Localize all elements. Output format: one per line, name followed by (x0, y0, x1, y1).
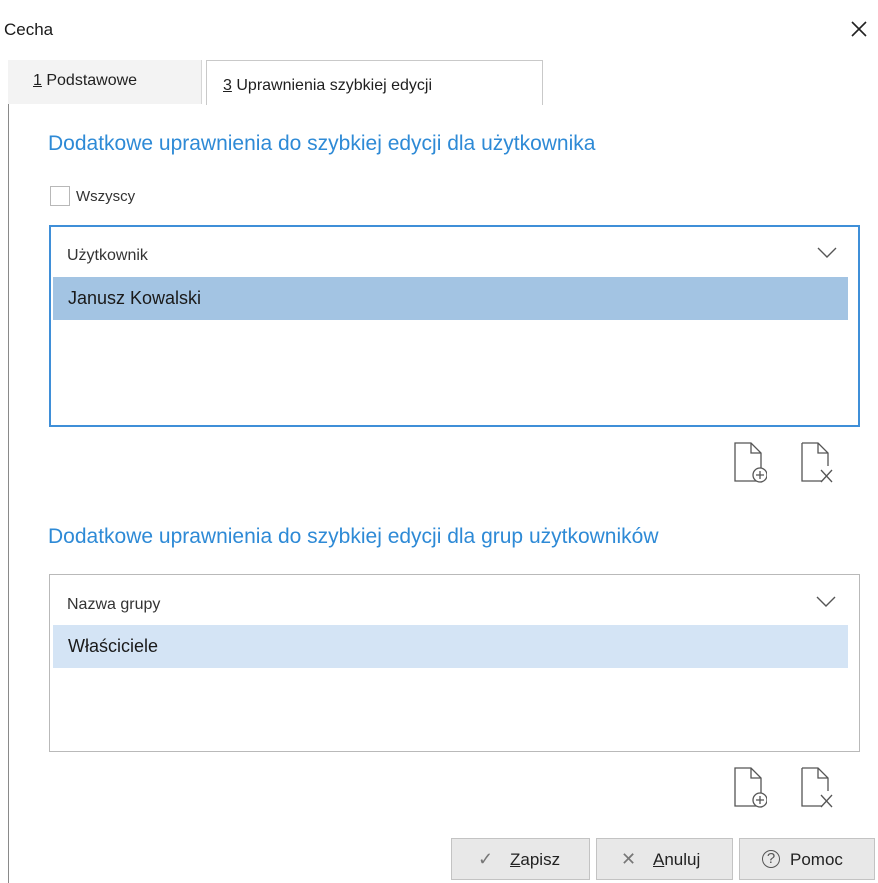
users-list[interactable]: Użytkownik Janusz Kowalski (49, 225, 860, 427)
delete-document-icon[interactable] (800, 440, 834, 484)
tab-number: 3 (223, 77, 232, 94)
tab-uprawnienia[interactable]: 3 Uprawnienia szybkiej edycji (206, 60, 543, 105)
delete-document-icon[interactable] (800, 765, 834, 809)
tab-label: Podstawowe (46, 72, 138, 89)
cancel-label: nuluj (664, 850, 701, 869)
help-label: Pomoc (790, 850, 843, 869)
all-users-label: Wszyscy (76, 188, 136, 205)
dialog-window: Cecha 1 Podstawowe 3 Uprawnienia szybkie… (0, 0, 878, 883)
help-button[interactable]: ? Pomoc (739, 838, 875, 880)
save-label: apisz (520, 850, 561, 869)
tab-podstawowe[interactable]: 1 Podstawowe (8, 60, 202, 104)
all-users-checkbox[interactable] (50, 186, 70, 206)
help-icon: ? (762, 850, 780, 868)
add-document-icon[interactable] (733, 440, 768, 484)
save-mnemonic: Z (510, 850, 521, 869)
list-item[interactable]: Janusz Kowalski (53, 277, 848, 320)
cancel-mnemonic: A (653, 850, 665, 869)
chevron-down-icon[interactable] (816, 245, 838, 261)
users-section-title: Dodatkowe uprawnienia do szybkiej edycji… (48, 132, 596, 155)
users-column-header: Użytkownik (67, 247, 148, 264)
close-icon[interactable] (846, 16, 872, 42)
groups-list[interactable]: Nazwa grupy Właściciele (49, 574, 860, 752)
close-icon: ✕ (621, 849, 637, 869)
groups-section-title: Dodatkowe uprawnienia do szybkiej edycji… (48, 525, 659, 548)
window-title: Cecha (4, 20, 54, 39)
checkmark-icon: ✓ (478, 849, 494, 869)
tab-label: Uprawnienia szybkiej edycji (236, 77, 432, 94)
window-edge (8, 60, 9, 883)
groups-column-header: Nazwa grupy (67, 596, 161, 613)
tab-number: 1 (33, 72, 42, 89)
save-button[interactable]: ✓ Zapisz (451, 838, 590, 880)
chevron-down-icon[interactable] (815, 594, 837, 610)
cancel-button[interactable]: ✕ Anuluj (596, 838, 733, 880)
add-document-icon[interactable] (733, 765, 768, 809)
list-item[interactable]: Właściciele (53, 625, 848, 668)
tab-bar: 1 Podstawowe 3 Uprawnienia szybkiej edyc… (8, 60, 878, 105)
